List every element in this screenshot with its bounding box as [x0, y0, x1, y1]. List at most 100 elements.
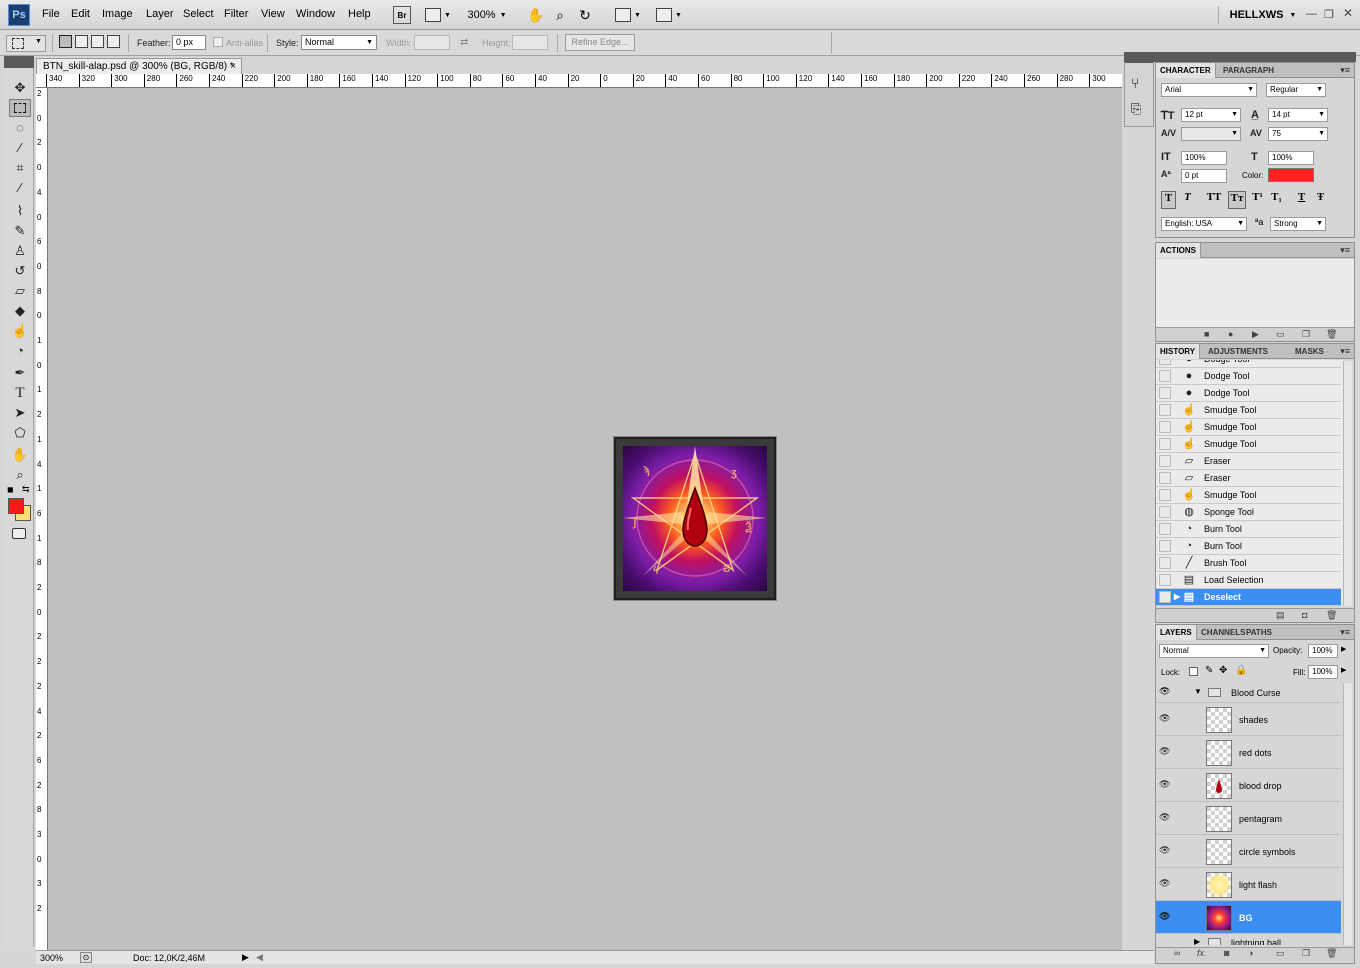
- minimize-icon[interactable]: —: [1306, 8, 1317, 20]
- zoom-level-dropdown[interactable]: 300% ▼: [466, 6, 508, 24]
- arrange-documents-button[interactable]: ▼: [613, 6, 643, 24]
- history-item[interactable]: ● Dodge Tool: [1156, 360, 1341, 368]
- tab-adjustments[interactable]: ADJUSTMENTS: [1204, 344, 1272, 359]
- leading-input[interactable]: 14 pt ▼: [1268, 108, 1328, 122]
- subscript-button[interactable]: T₁: [1269, 191, 1284, 209]
- eyedropper-tool-icon[interactable]: ∕: [9, 179, 31, 197]
- blend-mode-dropdown[interactable]: Normal ▼: [1159, 644, 1269, 658]
- history-source-checkbox[interactable]: [1159, 489, 1171, 501]
- history-item[interactable]: ◔ Burn Tool: [1156, 521, 1341, 538]
- font-style-dropdown[interactable]: Regular ▼: [1266, 83, 1326, 97]
- new-document-icon[interactable]: ▤: [1276, 610, 1285, 621]
- tab-paths[interactable]: PATHS: [1242, 625, 1276, 640]
- clone-source-icon[interactable]: ⎘: [1131, 101, 1141, 117]
- tab-history[interactable]: HISTORY: [1156, 344, 1201, 359]
- intersect-selection-icon[interactable]: [107, 35, 120, 48]
- restore-icon[interactable]: ❐: [1324, 8, 1334, 21]
- lock-position-icon[interactable]: ✥: [1219, 665, 1227, 676]
- blur-tool-icon[interactable]: ☝: [9, 322, 31, 340]
- tab-masks[interactable]: MASKS: [1291, 344, 1328, 359]
- bridge-button[interactable]: Br: [393, 6, 411, 24]
- history-brush-tool-icon[interactable]: ↺: [9, 262, 31, 280]
- menu-view[interactable]: View: [261, 8, 285, 20]
- view-extras-button[interactable]: ▼: [423, 6, 453, 24]
- menu-edit[interactable]: Edit: [71, 8, 90, 20]
- shape-tool-icon[interactable]: ⬠: [9, 424, 31, 442]
- history-item[interactable]: ● Dodge Tool: [1156, 385, 1341, 402]
- refine-edge-button[interactable]: Refine Edge...: [565, 34, 635, 51]
- layer-row[interactable]: 👁 light flash: [1156, 868, 1341, 901]
- opacity-input[interactable]: 100%: [1308, 644, 1338, 658]
- marquee-tool-icon[interactable]: [9, 99, 31, 117]
- history-source-checkbox[interactable]: [1159, 360, 1171, 365]
- strikethrough-button[interactable]: Ŧ: [1313, 191, 1328, 209]
- layer-row[interactable]: 👁 BG: [1156, 901, 1341, 934]
- vertical-scale-input[interactable]: 100%: [1181, 151, 1227, 165]
- trash-icon[interactable]: 🗑: [1326, 610, 1337, 621]
- antialias-dropdown[interactable]: Strong ▼: [1270, 217, 1326, 231]
- status-menu-icon[interactable]: ⊙: [80, 952, 92, 963]
- scroll-left-icon[interactable]: ◀: [256, 952, 263, 963]
- history-source-checkbox[interactable]: [1159, 506, 1171, 518]
- underline-button[interactable]: T: [1294, 191, 1309, 209]
- layer-row[interactable]: 👁 blood drop: [1156, 769, 1341, 802]
- tool-presets-icon[interactable]: ⑂: [1131, 75, 1139, 91]
- font-family-dropdown[interactable]: Arial ▼: [1161, 83, 1257, 97]
- history-item[interactable]: ▤ Deselect ▶: [1156, 589, 1341, 606]
- tab-layers[interactable]: LAYERS: [1156, 625, 1197, 640]
- layer-group-row[interactable]: ▶ lightning ball: [1156, 934, 1341, 945]
- record-icon[interactable]: ●: [1228, 329, 1233, 339]
- healing-brush-tool-icon[interactable]: ⌇: [9, 202, 31, 220]
- superscript-button[interactable]: T¹: [1250, 191, 1265, 209]
- layer-row[interactable]: 👁 red dots: [1156, 736, 1341, 769]
- panel-menu-icon[interactable]: ▾≡: [1340, 245, 1350, 256]
- menu-file[interactable]: File: [42, 8, 60, 20]
- history-item[interactable]: ▱ Eraser: [1156, 453, 1341, 470]
- menu-filter[interactable]: Filter: [224, 8, 248, 20]
- menu-image[interactable]: Image: [102, 8, 133, 20]
- baseline-shift-input[interactable]: 0 pt: [1181, 169, 1227, 183]
- zoom-tool-icon[interactable]: ⌕: [551, 6, 569, 24]
- kerning-input[interactable]: ▼: [1181, 127, 1241, 141]
- lasso-tool-icon[interactable]: ◌: [9, 119, 31, 137]
- text-color-swatch[interactable]: [1268, 168, 1314, 182]
- history-source-checkbox[interactable]: [1159, 421, 1171, 433]
- eye-icon[interactable]: 👁: [1159, 686, 1170, 697]
- history-source-checkbox[interactable]: [1159, 523, 1171, 535]
- history-source-checkbox[interactable]: [1159, 404, 1171, 416]
- move-tool-icon[interactable]: ✥: [9, 79, 31, 97]
- opacity-slider-arrow-icon[interactable]: ▶: [1341, 645, 1346, 653]
- actions-list[interactable]: [1156, 259, 1354, 327]
- trash-icon[interactable]: 🗑: [1326, 329, 1337, 340]
- eye-icon[interactable]: 👁: [1159, 812, 1173, 824]
- type-tool-icon[interactable]: T: [9, 384, 31, 402]
- hand-tool-icon[interactable]: ✋: [9, 446, 31, 464]
- faux-bold-button[interactable]: T: [1161, 191, 1176, 209]
- history-item[interactable]: ╱ Brush Tool: [1156, 555, 1341, 572]
- history-source-checkbox[interactable]: [1159, 455, 1171, 467]
- layer-group-row[interactable]: 👁 ▼ Blood Curse: [1156, 683, 1341, 703]
- group-collapsed-icon[interactable]: ▶: [1194, 937, 1200, 945]
- paint-bucket-tool-icon[interactable]: ◆: [9, 302, 31, 320]
- history-item[interactable]: ● Dodge Tool: [1156, 368, 1341, 385]
- clone-stamp-tool-icon[interactable]: ♙: [9, 242, 31, 260]
- eye-icon[interactable]: 👁: [1159, 746, 1173, 758]
- eye-icon[interactable]: 👁: [1159, 845, 1173, 857]
- faux-italic-button[interactable]: T: [1180, 191, 1195, 209]
- eraser-tool-icon[interactable]: ▱: [9, 282, 31, 300]
- fill-input[interactable]: 100%: [1308, 665, 1338, 679]
- layer-row[interactable]: 👁 pentagram: [1156, 802, 1341, 835]
- new-selection-icon[interactable]: [59, 35, 72, 48]
- height-input[interactable]: [512, 35, 548, 50]
- default-colors-icon[interactable]: ◼: [7, 485, 14, 494]
- swap-colors-icon[interactable]: ⇆: [22, 484, 30, 495]
- layer-row[interactable]: 👁 circle symbols: [1156, 835, 1341, 868]
- tracking-input[interactable]: 75 ▼: [1268, 127, 1328, 141]
- all-caps-button[interactable]: TT: [1204, 191, 1224, 209]
- eye-icon[interactable]: 👁: [1159, 713, 1173, 725]
- subtract-selection-icon[interactable]: [91, 35, 104, 48]
- history-source-checkbox[interactable]: [1159, 387, 1171, 399]
- toolbox-grip[interactable]: [4, 56, 34, 68]
- lock-pixels-icon[interactable]: ✎: [1205, 665, 1213, 676]
- dodge-tool-icon[interactable]: ◔: [9, 342, 31, 360]
